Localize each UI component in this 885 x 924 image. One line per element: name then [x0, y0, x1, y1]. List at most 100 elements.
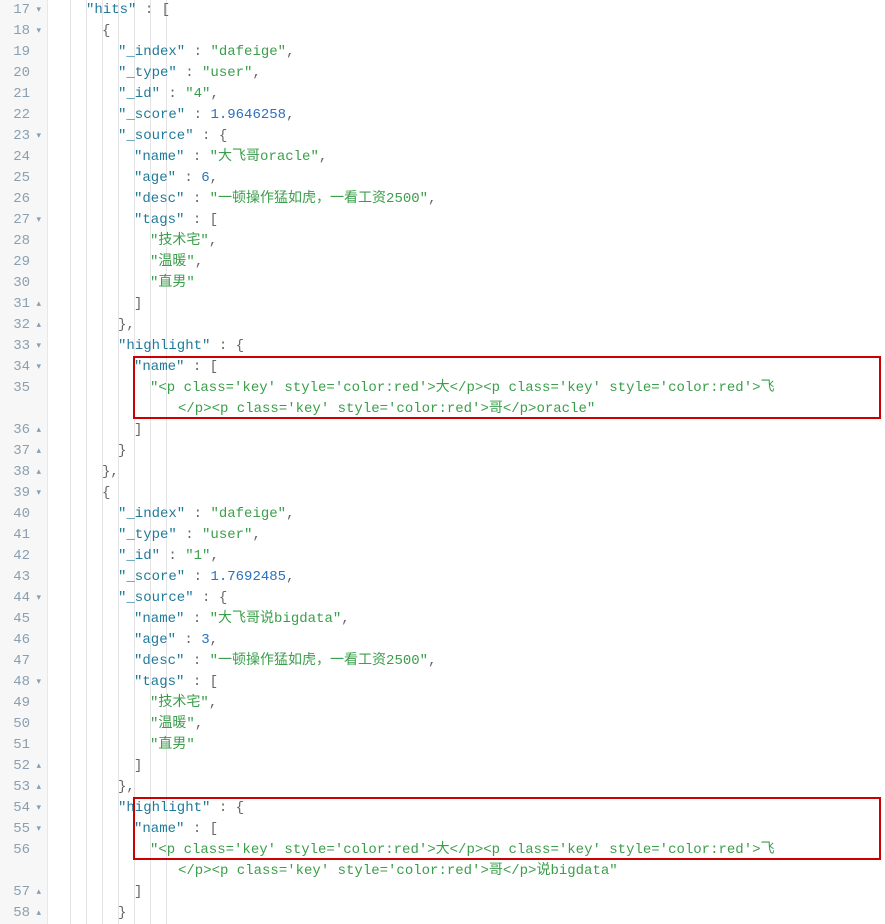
fold-toggle-icon[interactable]: ▾ — [33, 819, 41, 840]
code-line[interactable]: "desc" : "一顿操作猛如虎，一看工资2500", — [48, 651, 885, 672]
fold-toggle-icon[interactable]: ▾ — [33, 126, 41, 147]
line-number: 40 — [13, 504, 30, 525]
code-line[interactable]: }, — [48, 777, 885, 798]
token-k: "age" — [134, 170, 176, 186]
code-line[interactable]: </p><p class='key' style='color:red'>哥</… — [48, 399, 885, 420]
code-line[interactable]: "tags" : [ — [48, 672, 885, 693]
fold-toggle-icon[interactable]: ▾ — [33, 336, 41, 357]
fold-toggle-icon[interactable]: ▾ — [33, 21, 41, 42]
code-line[interactable]: "name" : [ — [48, 819, 885, 840]
code-line[interactable]: "_source" : { — [48, 588, 885, 609]
token-k: "_index" — [118, 506, 185, 522]
token-p: : { — [210, 800, 244, 816]
fold-toggle-icon[interactable]: ▾ — [33, 357, 41, 378]
token-p: , — [286, 506, 294, 522]
code-line[interactable]: "_index" : "dafeige", — [48, 504, 885, 525]
code-line[interactable]: { — [48, 21, 885, 42]
code-line[interactable]: } — [48, 903, 885, 924]
fold-toggle-icon[interactable]: ▴ — [33, 756, 41, 777]
token-p: }, — [102, 464, 119, 480]
token-k: "_id" — [118, 86, 160, 102]
fold-toggle-icon[interactable]: ▾ — [33, 588, 41, 609]
code-line[interactable]: </p><p class='key' style='color:red'>哥</… — [48, 861, 885, 882]
gutter-line: 34▾ — [0, 357, 45, 378]
token-k: "highlight" — [118, 338, 210, 354]
code-area[interactable]: "hits" : [{"_index" : "dafeige","_type" … — [48, 0, 885, 924]
line-number: 26 — [13, 189, 30, 210]
token-p: : — [185, 107, 210, 123]
code-line[interactable]: ] — [48, 756, 885, 777]
code-line[interactable]: "name" : "大飞哥说bigdata", — [48, 609, 885, 630]
code-line[interactable]: "技术宅", — [48, 693, 885, 714]
code-line[interactable]: ] — [48, 294, 885, 315]
code-line[interactable]: "_score" : 1.7692485, — [48, 567, 885, 588]
token-s: "直男" — [150, 737, 195, 753]
code-line[interactable]: "highlight" : { — [48, 336, 885, 357]
line-number: 31 — [13, 294, 30, 315]
code-line[interactable]: "age" : 3, — [48, 630, 885, 651]
fold-toggle-icon[interactable]: ▾ — [33, 210, 41, 231]
code-line[interactable]: ] — [48, 882, 885, 903]
code-line[interactable]: "_id" : "1", — [48, 546, 885, 567]
fold-toggle-icon[interactable]: ▾ — [33, 0, 41, 21]
code-line[interactable]: "_index" : "dafeige", — [48, 42, 885, 63]
code-line[interactable]: "highlight" : { — [48, 798, 885, 819]
code-line[interactable]: "<p class='key' style='color:red'>大</p><… — [48, 378, 885, 399]
code-line[interactable]: "技术宅", — [48, 231, 885, 252]
code-line[interactable]: { — [48, 483, 885, 504]
line-number: 56 — [13, 840, 30, 861]
code-line[interactable]: }, — [48, 462, 885, 483]
fold-toggle-icon[interactable]: ▴ — [33, 294, 41, 315]
code-line[interactable]: "age" : 6, — [48, 168, 885, 189]
fold-toggle-icon[interactable]: ▾ — [33, 672, 41, 693]
gutter-line — [0, 399, 45, 420]
code-line[interactable]: }, — [48, 315, 885, 336]
token-s: "一顿操作猛如虎，一看工资2500" — [210, 191, 428, 207]
fold-toggle-icon[interactable]: ▴ — [33, 420, 41, 441]
code-line[interactable]: "_type" : "user", — [48, 63, 885, 84]
token-p: { — [102, 485, 110, 501]
code-line[interactable]: "温暖", — [48, 252, 885, 273]
code-line[interactable]: "_source" : { — [48, 126, 885, 147]
code-line[interactable]: } — [48, 441, 885, 462]
code-line[interactable]: "_type" : "user", — [48, 525, 885, 546]
token-p: { — [102, 23, 110, 39]
code-line[interactable]: "<p class='key' style='color:red'>大</p><… — [48, 840, 885, 861]
line-number: 37 — [13, 441, 30, 462]
code-line[interactable]: "name" : "大飞哥oracle", — [48, 147, 885, 168]
token-p: , — [195, 716, 203, 732]
code-line[interactable]: "直男" — [48, 273, 885, 294]
token-p: : — [185, 44, 210, 60]
fold-toggle-icon[interactable]: ▴ — [33, 441, 41, 462]
line-number: 21 — [13, 84, 30, 105]
token-p: , — [209, 695, 217, 711]
fold-toggle-icon[interactable]: ▴ — [33, 903, 41, 924]
line-number: 19 — [13, 42, 30, 63]
fold-toggle-icon[interactable]: ▴ — [33, 315, 41, 336]
fold-toggle-icon[interactable]: ▴ — [33, 882, 41, 903]
token-s: "一顿操作猛如虎，一看工资2500" — [210, 653, 428, 669]
token-s: "大飞哥oracle" — [210, 149, 319, 165]
fold-toggle-icon[interactable]: ▴ — [33, 462, 41, 483]
token-p: ] — [134, 884, 142, 900]
code-line[interactable]: "hits" : [ — [48, 0, 885, 21]
code-line[interactable]: "_score" : 1.9646258, — [48, 105, 885, 126]
fold-toggle-icon[interactable]: ▾ — [33, 798, 41, 819]
code-line[interactable]: "name" : [ — [48, 357, 885, 378]
line-number: 41 — [13, 525, 30, 546]
code-line[interactable]: "温暖", — [48, 714, 885, 735]
token-p: } — [118, 443, 126, 459]
code-line[interactable]: ] — [48, 420, 885, 441]
token-k: "name" — [134, 359, 184, 375]
code-line[interactable]: "直男" — [48, 735, 885, 756]
code-line[interactable]: "_id" : "4", — [48, 84, 885, 105]
token-p: , — [252, 527, 260, 543]
token-p: : [ — [136, 2, 170, 18]
token-n: 6 — [201, 170, 209, 186]
token-s: "dafeige" — [210, 506, 286, 522]
code-line[interactable]: "desc" : "一顿操作猛如虎，一看工资2500", — [48, 189, 885, 210]
fold-toggle-icon[interactable]: ▴ — [33, 777, 41, 798]
fold-toggle-icon[interactable]: ▾ — [33, 483, 41, 504]
token-s: "<p class='key' style='color:red'>大</p><… — [150, 842, 775, 858]
code-line[interactable]: "tags" : [ — [48, 210, 885, 231]
